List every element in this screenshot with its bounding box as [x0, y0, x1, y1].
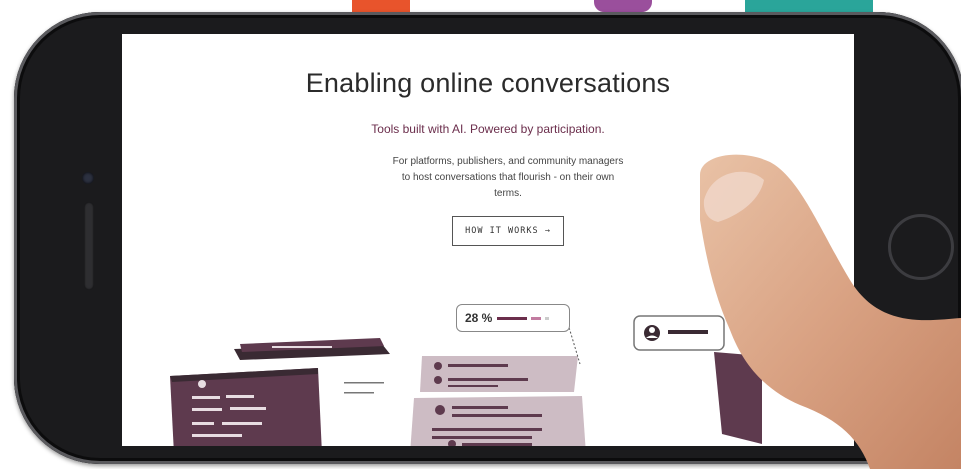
percentage-value: 28 %: [465, 311, 493, 325]
how-it-works-button[interactable]: HOW IT WORKS →: [452, 216, 564, 246]
comment-card-middle-top: [420, 356, 578, 392]
user-profile-card: [633, 315, 725, 351]
page-title: Enabling online conversations: [305, 68, 671, 98]
speaker-grille: [84, 202, 94, 290]
background-orange-shape: [352, 0, 410, 12]
home-button[interactable]: [888, 214, 954, 280]
comment-card-middle-bottom: [410, 396, 586, 446]
background-purple-shape: [594, 0, 652, 12]
comment-card-left-front: [170, 368, 322, 446]
front-camera: [82, 172, 94, 184]
page-subtitle: Tools built with AI. Powered by particip…: [371, 122, 605, 136]
comment-card-left-back: [234, 338, 390, 360]
comment-card-right: [714, 352, 762, 444]
phone-screen: Enabling online conversations Tools buil…: [122, 34, 854, 446]
percentage-badge: 28 %: [456, 304, 570, 332]
percentage-bar: [497, 317, 549, 320]
page-description: For platforms, publishers, and community…: [392, 156, 624, 199]
